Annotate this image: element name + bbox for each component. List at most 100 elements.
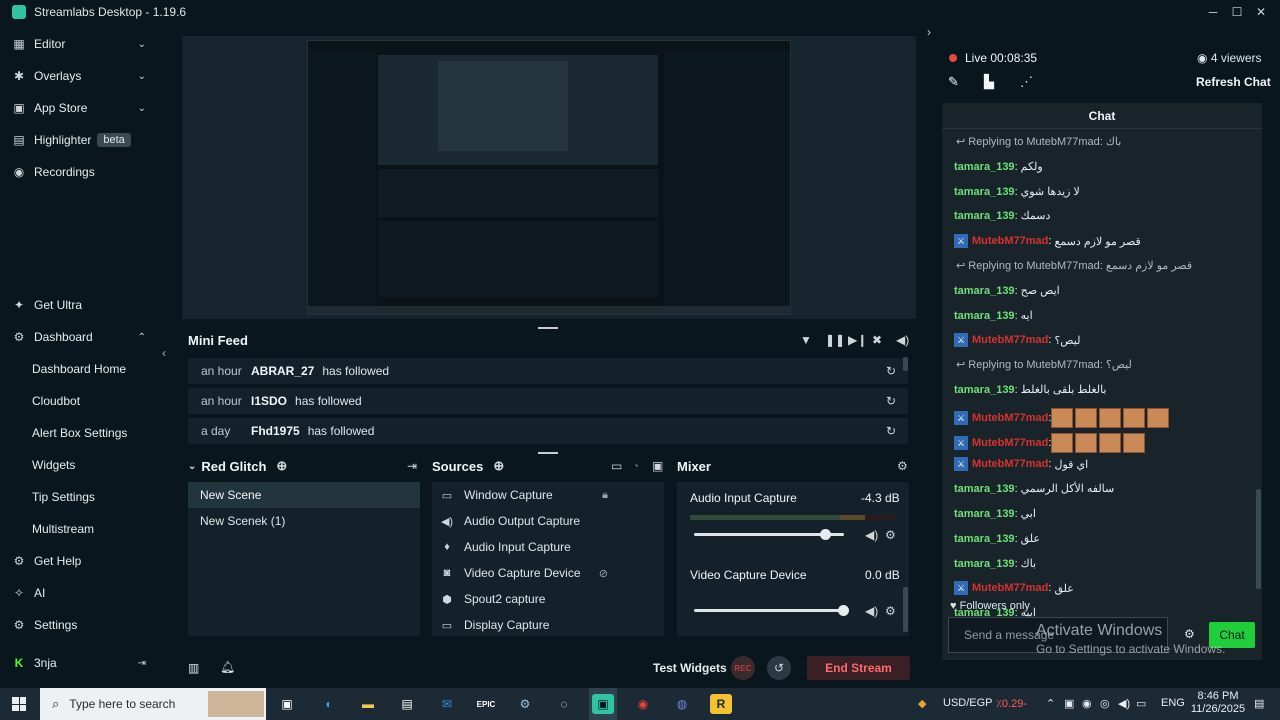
chat-username[interactable]: tamara_139: [954, 384, 1015, 396]
chat-settings-icon[interactable]: ⚙: [1184, 627, 1195, 641]
replay-buffer-button[interactable]: ↺: [767, 656, 791, 680]
sidebar-item-highlighter[interactable]: ▤ Highlighter beta: [0, 126, 160, 154]
feed-user[interactable]: I1SDO: [251, 394, 287, 408]
chevron-down-icon[interactable]: ⌄: [138, 71, 146, 82]
sidebar-item-app-store[interactable]: ▣ App Store ⌄: [0, 94, 160, 122]
sidebar-item-get-ultra[interactable]: ✦ Get Ultra: [0, 291, 160, 319]
discord-icon[interactable]: ◍: [671, 694, 693, 714]
edge-icon[interactable]: ◐: [318, 694, 340, 714]
epic-games-icon[interactable]: EPIC: [475, 694, 497, 714]
chat-username[interactable]: tamara_139: [954, 210, 1015, 222]
notifications-center-icon[interactable]: ▤: [1254, 697, 1264, 710]
source-effects-icon[interactable]: ◔: [632, 459, 639, 473]
logout-icon[interactable]: ⇥: [138, 658, 146, 669]
chat-username[interactable]: tamara_139: [954, 558, 1015, 570]
maximize-button[interactable]: ☐: [1224, 0, 1250, 24]
tray-app-icon[interactable]: ◉: [1082, 697, 1092, 710]
streamlabs-taskbar-icon[interactable]: ▣: [592, 694, 614, 714]
record-button[interactable]: REC: [731, 656, 755, 680]
source-item[interactable]: ◀) Audio Output Capture: [432, 508, 664, 534]
mixer-scrollbar[interactable]: [903, 587, 908, 632]
chat-username[interactable]: MutebM77mad: [972, 334, 1048, 346]
end-stream-button[interactable]: End Stream: [807, 656, 910, 680]
edit-stream-icon[interactable]: ✎: [948, 74, 959, 90]
gear-icon[interactable]: ⚙: [885, 528, 896, 542]
feed-scrollbar[interactable]: [903, 357, 908, 371]
tray-app-icon[interactable]: ◎: [1100, 697, 1110, 710]
chat-username[interactable]: MutebM77mad: [972, 582, 1048, 594]
volume-slider-knob[interactable]: [838, 605, 849, 616]
chat-username[interactable]: tamara_139: [954, 533, 1015, 545]
repeat-alert-icon[interactable]: ↻: [886, 394, 896, 408]
feed-user[interactable]: Fhd1975: [251, 424, 300, 438]
chevron-down-icon[interactable]: ⌄: [138, 39, 146, 50]
refresh-chat-button[interactable]: Refresh Chat: [1196, 75, 1271, 89]
network-icon[interactable]: ▭: [1136, 697, 1146, 710]
source-folder-icon[interactable]: ▣: [652, 459, 663, 473]
performance-icon[interactable]: ▥: [188, 661, 199, 675]
source-item[interactable]: ⬢ Spout2 capture: [432, 586, 664, 612]
repeat-alert-icon[interactable]: ↻: [886, 424, 896, 438]
add-source-icon[interactable]: ⊕: [493, 458, 504, 474]
game-launcher-icon[interactable]: ◌: [553, 694, 575, 714]
scene-item[interactable]: New Scene: [188, 482, 420, 508]
chat-username[interactable]: MutebM77mad: [972, 437, 1048, 449]
sidebar-item-settings[interactable]: ⚙ Settings: [0, 611, 160, 639]
chevron-up-icon[interactable]: ⌃: [138, 332, 146, 343]
chevron-down-icon[interactable]: ⌄: [188, 461, 196, 472]
tray-app-icon[interactable]: ▣: [1064, 697, 1074, 710]
sidebar-item-cloudbot[interactable]: Cloudbot: [0, 387, 160, 415]
chat-username[interactable]: tamara_139: [954, 161, 1015, 173]
outlook-icon[interactable]: ✉: [436, 694, 458, 714]
sidebar-item-dashboard-home[interactable]: Dashboard Home: [0, 355, 160, 383]
chat-username[interactable]: MutebM77mad: [972, 458, 1048, 470]
minimize-button[interactable]: ─: [1200, 0, 1226, 24]
lock-icon[interactable]: 🔒︎: [602, 489, 608, 502]
taskbar-search[interactable]: ⌕ Type here to search: [40, 688, 266, 720]
source-item[interactable]: ▭ Window Capture 🔒︎: [432, 482, 664, 508]
chat-username[interactable]: tamara_139: [954, 186, 1015, 198]
windows-start-icon[interactable]: [12, 697, 26, 711]
sidebar-item-user[interactable]: K 3nja ⇥: [0, 649, 160, 677]
pause-icon[interactable]: ❚❚: [825, 333, 845, 347]
volume-icon[interactable]: ◀): [896, 333, 909, 347]
speaker-icon[interactable]: ◀): [865, 604, 878, 618]
chat-username[interactable]: MutebM77mad: [972, 235, 1048, 247]
repeat-alert-icon[interactable]: ↻: [886, 364, 896, 378]
steam-icon[interactable]: ⚙: [514, 694, 536, 714]
chat-send-button[interactable]: Chat: [1209, 622, 1255, 648]
source-group-icon[interactable]: ▭: [611, 459, 622, 473]
notifications-icon[interactable]: 🔔︎: [220, 660, 235, 674]
test-widgets-button[interactable]: Test Widgets: [653, 661, 727, 675]
sidebar-item-multistream[interactable]: Multistream: [0, 515, 160, 543]
filter-icon[interactable]: ▼: [800, 333, 812, 347]
chat-username[interactable]: tamara_139: [954, 483, 1015, 495]
app-r-icon[interactable]: R: [710, 694, 732, 714]
language-indicator[interactable]: ENG: [1161, 697, 1185, 709]
resize-handle[interactable]: [538, 452, 558, 454]
expand-chat-icon[interactable]: ›: [916, 20, 942, 44]
volume-icon[interactable]: ◀): [1118, 697, 1130, 710]
chat-scrollbar[interactable]: [1256, 489, 1261, 589]
chevron-down-icon[interactable]: ⌄: [138, 103, 146, 114]
scene-collection-title[interactable]: Red Glitch: [201, 459, 266, 474]
chat-username[interactable]: tamara_139: [954, 508, 1015, 520]
show-hidden-icons-icon[interactable]: ⌃: [1046, 697, 1055, 710]
sidebar-item-dashboard[interactable]: ⚙ Dashboard ⌃: [0, 323, 160, 351]
chat-username[interactable]: tamara_139: [954, 310, 1015, 322]
collapse-sidebar-icon[interactable]: ‹: [162, 346, 166, 360]
source-item[interactable]: ◙ Video Capture Device ⊘: [432, 560, 664, 586]
task-view-icon[interactable]: ▣: [276, 694, 298, 714]
sidebar-item-editor[interactable]: ▦ Editor ⌄: [0, 30, 160, 58]
share-icon[interactable]: ⋰: [1020, 74, 1033, 90]
add-scene-icon[interactable]: ⊕: [276, 458, 287, 474]
sidebar-item-overlays[interactable]: ✱ Overlays ⌄: [0, 62, 160, 90]
file-explorer-icon[interactable]: ▬: [357, 694, 379, 714]
volume-slider[interactable]: [694, 529, 844, 540]
chat-username[interactable]: tamara_139: [954, 285, 1015, 297]
feed-user[interactable]: ABRAR_27: [251, 364, 314, 378]
stream-info-icon[interactable]: ▙: [984, 74, 994, 90]
chat-input[interactable]: Send a message: [948, 617, 1168, 653]
hidden-eye-icon[interactable]: ⊘: [599, 567, 608, 580]
mute-alerts-icon[interactable]: ✖: [872, 333, 882, 347]
